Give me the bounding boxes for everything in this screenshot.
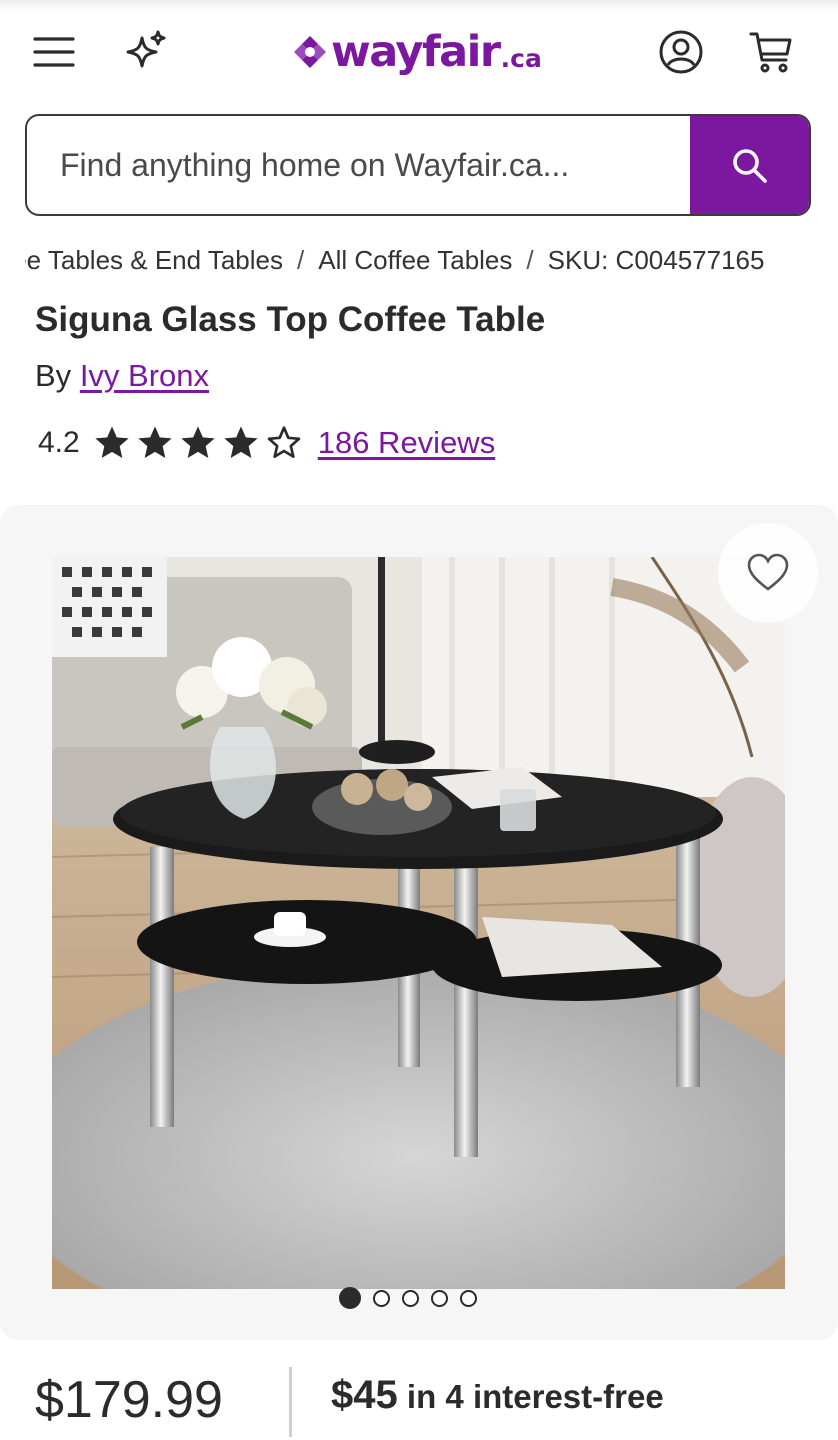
image-gallery[interactable] bbox=[0, 505, 838, 1340]
breadcrumb-sku: SKU: C004577165 bbox=[547, 244, 765, 275]
installment-offer: $45 in 4 interest-free bbox=[331, 1373, 664, 1418]
search-bar bbox=[25, 114, 811, 216]
logo-suffix: .ca bbox=[500, 43, 542, 73]
favorite-button[interactable] bbox=[718, 523, 818, 623]
rating-row: 4.2 186 Reviews bbox=[38, 418, 495, 468]
wayfair-logo[interactable]: wayfair .ca bbox=[292, 24, 542, 80]
breadcrumb-separator: / bbox=[297, 244, 305, 275]
installment-text: in 4 interest-free bbox=[406, 1378, 664, 1415]
reviews-link[interactable]: 186 Reviews bbox=[318, 425, 495, 461]
carousel-dot[interactable] bbox=[339, 1287, 361, 1309]
breadcrumb: Coffee Tables & End Tables / All Coffee … bbox=[25, 240, 764, 280]
star-filled-icon bbox=[224, 426, 258, 458]
rating-value: 4.2 bbox=[38, 426, 80, 459]
account-icon[interactable] bbox=[656, 27, 706, 77]
search-icon bbox=[733, 149, 767, 183]
star-empty-icon bbox=[267, 426, 301, 458]
menu-icon[interactable] bbox=[30, 32, 78, 72]
product-title: Siguna Glass Top Coffee Table bbox=[35, 300, 546, 339]
carousel-dots bbox=[339, 1287, 477, 1309]
star-filled-icon bbox=[95, 426, 129, 458]
product-image[interactable] bbox=[52, 557, 785, 1289]
cart-icon[interactable] bbox=[746, 28, 796, 76]
sparkle-icon[interactable] bbox=[120, 26, 170, 76]
search-input[interactable] bbox=[27, 116, 693, 214]
carousel-dot[interactable] bbox=[402, 1289, 419, 1307]
logo-wordmark: wayfair bbox=[331, 26, 501, 77]
breadcrumb-separator: / bbox=[526, 244, 534, 275]
top-bar-shadow bbox=[0, 0, 838, 12]
by-label: By bbox=[35, 358, 72, 393]
wayfair-logo-mark bbox=[292, 34, 328, 70]
brand-link[interactable]: Ivy Bronx bbox=[80, 358, 209, 393]
star-filled-icon bbox=[181, 426, 215, 458]
carousel-dot[interactable] bbox=[373, 1289, 390, 1307]
star-rating bbox=[92, 423, 304, 463]
star-filled-icon bbox=[138, 426, 172, 458]
breadcrumb-item-all-coffee-tables[interactable]: All Coffee Tables bbox=[318, 245, 512, 276]
search-button[interactable] bbox=[690, 116, 809, 214]
price-divider bbox=[289, 1367, 292, 1437]
installment-amount: $45 bbox=[331, 1373, 398, 1417]
heart-icon bbox=[747, 553, 789, 591]
product-price: $179.99 bbox=[35, 1371, 223, 1429]
breadcrumb-item-coffee-end-tables[interactable]: Coffee Tables & End Tables bbox=[25, 245, 283, 276]
brand-byline: By Ivy Bronx bbox=[35, 358, 209, 394]
carousel-dot[interactable] bbox=[460, 1289, 477, 1307]
carousel-dot[interactable] bbox=[431, 1289, 448, 1307]
